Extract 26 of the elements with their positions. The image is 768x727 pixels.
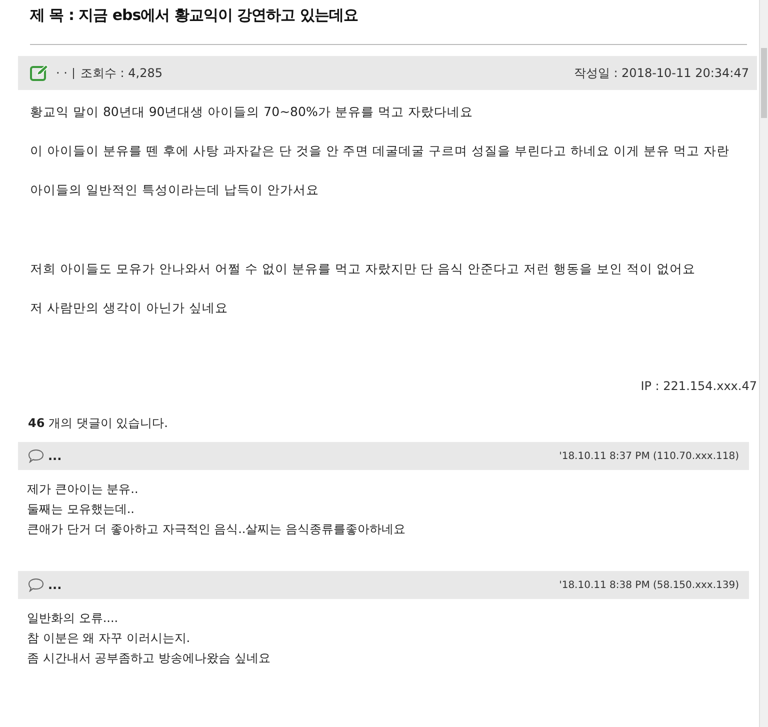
comment-text: 둘째는 모유했는데.. [27,501,136,518]
post-paragraph: 저희 아이들도 모유가 안나와서 어쩔 수 없이 분유를 먹고 자랐지만 단 음식 안준다고 저런 행동을 보인 적이 없어요 [30,260,697,278]
comment-date: '18.10.11 8:37 PM (110.70.xxx.118) [559,450,739,462]
comment-date: '18.10.11 8:38 PM (58.150.xxx.139) [559,580,739,590]
post-title: 제 목 : 지금 ebs에서 황교익이 강연하고 있는데요 [30,6,359,25]
comment-count: 46 개의 댓글이 있습니다. [28,415,169,432]
comment-text: 큰애가 단거 더 좋아하고 자극적인 음식..살찌는 음식종류를좋아하네요 [27,521,407,538]
speech-bubble-icon [28,449,44,463]
edit-icon [30,64,50,82]
post-paragraph: 아이들의 일반적인 특성이라는데 납득이 안가서요 [30,181,320,199]
comment-text: 제가 큰아이는 분유.. [27,481,140,498]
author-name: · · [56,66,68,80]
comment-text: 참 이분은 왜 자꾸 이러시는지. [27,630,192,647]
post-paragraph: 이 아이들이 분유를 뗀 후에 사탕 과자같은 단 것을 안 주면 데굴데굴 구르며 성질을 부린다고 하네요 이게 분유 먹고 자란 [30,142,730,160]
comment-text: 좀 시간내서 공부좀하고 방송에나왔슴 싶네요 [27,650,272,667]
comment-text: 일반화의 오류.... [27,610,120,627]
post-paragraph: 황교익 말이 80년대 90년대생 아이들의 70~80%가 분유를 먹고 자랐다네요 [30,103,474,121]
post-paragraph: 저 사람만의 생각이 아닌가 싶네요 [30,299,229,317]
meta-divider [73,68,74,78]
ip-address: IP : 221.154.xxx.47 [640,379,757,393]
scrollbar[interactable] [759,0,768,727]
post-date: 작성일 : 2018-10-11 20:34:47 [574,64,749,82]
comment-author: ... [48,449,62,463]
comment-author: ... [48,578,62,592]
speech-bubble-icon [28,578,44,592]
view-count: 조회수 : 4,285 [80,64,162,82]
